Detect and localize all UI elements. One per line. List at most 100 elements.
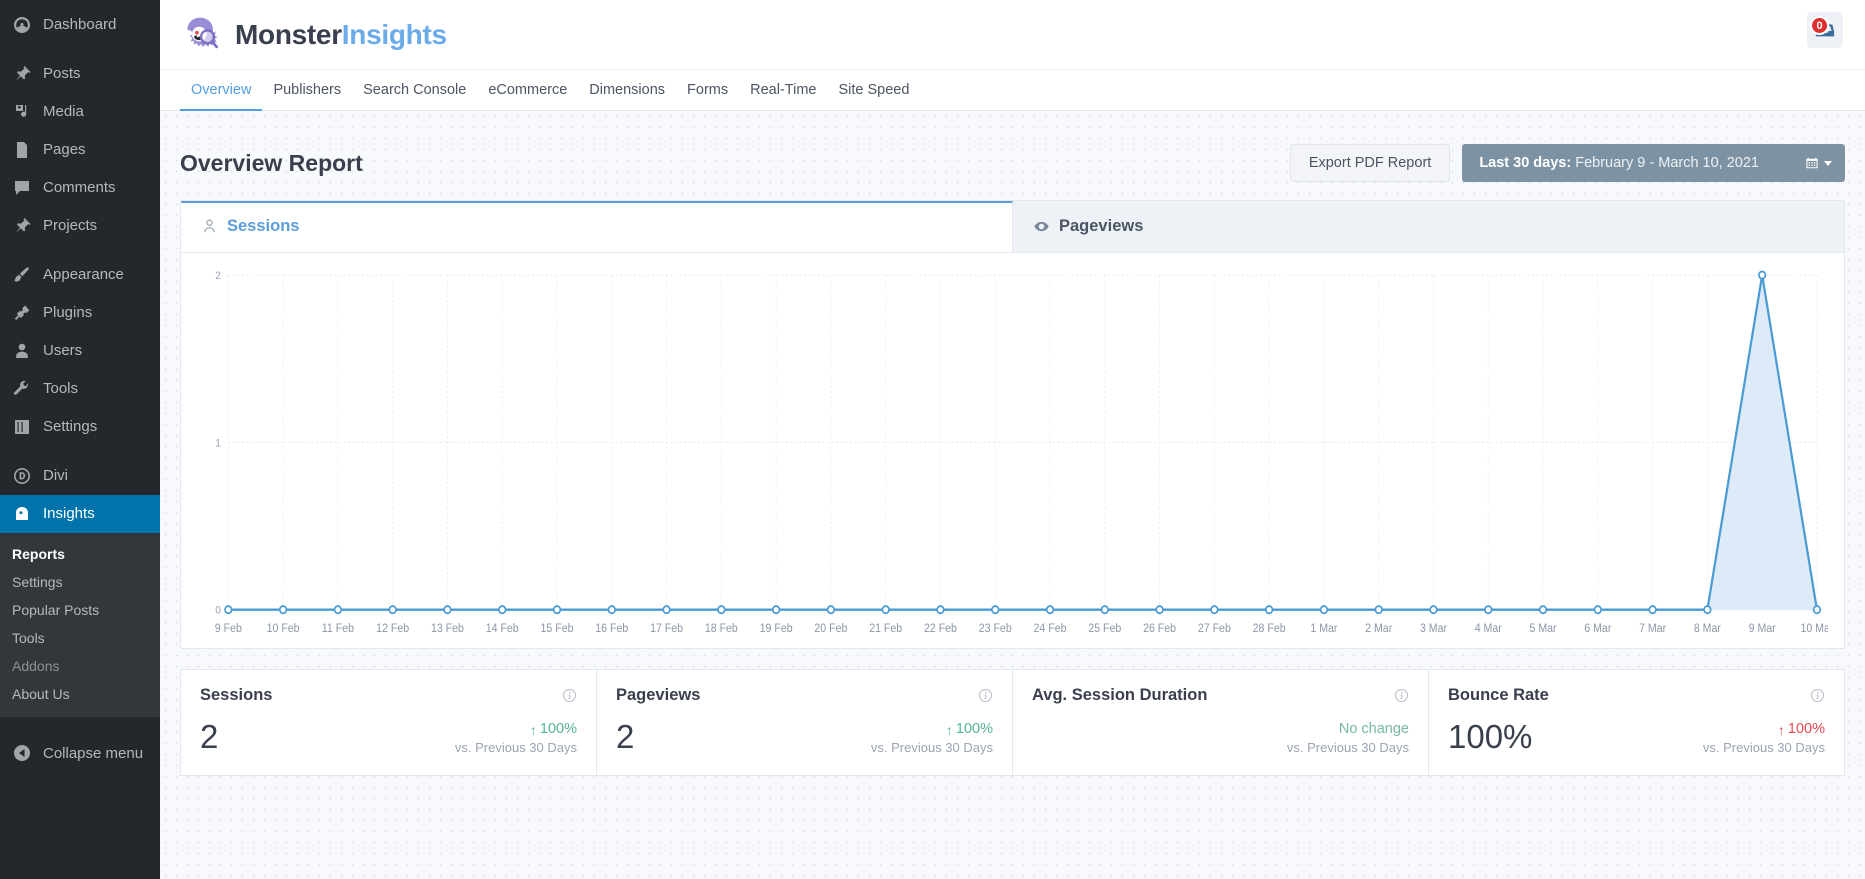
sidebar-item-projects[interactable]: Projects <box>0 207 160 245</box>
svg-text:9 Mar: 9 Mar <box>1749 622 1776 635</box>
sidebar-item-plugins[interactable]: Plugins <box>0 294 160 332</box>
sidebar-item-label: Settings <box>43 418 98 435</box>
notifications-button[interactable]: 0 <box>1807 12 1843 48</box>
sidebar-item-label: Divi <box>43 467 68 484</box>
sidebar-item-label: Plugins <box>43 304 93 321</box>
chevron-down-icon <box>1824 160 1832 166</box>
chart-metric-tabs: Sessions Pageviews <box>181 201 1844 253</box>
pin-icon <box>12 64 32 84</box>
svg-text:20 Feb: 20 Feb <box>814 622 847 635</box>
sidebar-item-label: Posts <box>43 65 81 82</box>
date-range-picker-button[interactable]: Last 30 days: February 9 - March 10, 202… <box>1462 144 1845 182</box>
sidebar-item-dashboard[interactable]: Dashboard <box>0 6 160 44</box>
tab-search-console[interactable]: Search Console <box>352 70 477 111</box>
tab-site-speed[interactable]: Site Speed <box>827 70 920 111</box>
sidebar-item-media[interactable]: Media <box>0 93 160 131</box>
tab-dimensions[interactable]: Dimensions <box>578 70 676 111</box>
svg-text:1 Mar: 1 Mar <box>1310 622 1337 635</box>
chart-tab-pageviews[interactable]: Pageviews <box>1013 201 1844 252</box>
tab-publishers[interactable]: Publishers <box>262 70 352 111</box>
stat-header: Pageviews <box>616 686 993 705</box>
svg-text:10 Feb: 10 Feb <box>267 622 300 635</box>
stat-body: 2 ↑ 100% vs. Previous 30 Days <box>616 711 993 757</box>
submenu-label: About Us <box>12 686 70 702</box>
chart-tab-label: Sessions <box>227 217 300 235</box>
date-range-prefix: Last 30 days: <box>1479 155 1572 171</box>
page-title: Overview Report <box>180 149 363 176</box>
calendar-icon <box>1806 157 1818 169</box>
sidebar-item-users[interactable]: Users <box>0 332 160 370</box>
tab-label: Real-Time <box>750 81 817 98</box>
sidebar-item-appearance[interactable]: Appearance <box>0 256 160 294</box>
sessions-line-chart[interactable]: 0 1 2 9 Feb 10 Feb 11 Feb 12 Feb 13 Feb 14 Feb 15… <box>181 253 1844 648</box>
stat-delta: ↑ 100% vs. Previous 30 Days <box>455 720 577 757</box>
stat-delta-value: 100% <box>955 721 993 737</box>
tab-label: Site Speed <box>838 81 910 98</box>
brand-insights: Insights <box>341 18 447 50</box>
sidebar-item-posts[interactable]: Posts <box>0 55 160 93</box>
submenu-item-popular-posts[interactable]: Popular Posts <box>0 596 160 624</box>
svg-text:9 Feb: 9 Feb <box>215 622 242 635</box>
tab-label: eCommerce <box>488 81 568 98</box>
admin-page: Dashboard Posts Media Pages Comments Pro… <box>0 0 1865 879</box>
svg-text:22 Feb: 22 Feb <box>924 622 957 635</box>
svg-text:15 Feb: 15 Feb <box>541 622 574 635</box>
tab-label: Publishers <box>273 81 342 98</box>
info-icon[interactable] <box>562 688 577 703</box>
report-title-row: Overview Report Export PDF Report Last 3… <box>180 111 1845 200</box>
sidebar-divider <box>0 245 160 256</box>
chart-tab-sessions[interactable]: Sessions <box>181 201 1013 252</box>
sidebar-item-tools[interactable]: Tools <box>0 370 160 408</box>
submenu-item-settings[interactable]: Settings <box>0 568 160 596</box>
stat-compare-label: vs. Previous 30 Days <box>870 740 993 755</box>
info-icon[interactable] <box>1394 688 1409 703</box>
submenu-item-addons[interactable]: Addons <box>0 652 160 680</box>
collapse-menu-button[interactable]: Collapse menu <box>0 733 160 773</box>
export-pdf-report-button[interactable]: Export PDF Report <box>1289 144 1451 182</box>
tab-real-time[interactable]: Real-Time <box>739 70 827 111</box>
svg-text:21 Feb: 21 Feb <box>869 622 902 635</box>
submenu-item-about-us[interactable]: About Us <box>0 680 160 708</box>
arrow-up-icon: ↑ <box>529 721 537 738</box>
tab-ecommerce[interactable]: eCommerce <box>477 70 578 111</box>
svg-text:11 Feb: 11 Feb <box>322 622 354 635</box>
sidebar-item-divi[interactable]: Divi <box>0 457 160 495</box>
stat-value: 2 <box>616 718 635 755</box>
collapse-menu-label: Collapse menu <box>43 744 144 762</box>
stat-delta: ↑ 100% vs. Previous 30 Days <box>1703 720 1825 757</box>
svg-text:16 Feb: 16 Feb <box>595 622 628 635</box>
wordpress-admin-sidebar: Dashboard Posts Media Pages Comments Pro… <box>0 0 160 879</box>
tab-label: Search Console <box>363 81 467 98</box>
arrow-up-icon: ↑ <box>1777 721 1785 738</box>
stat-body: 2 ↑ 100% vs. Previous 30 Days <box>200 711 577 757</box>
date-range-value: February 9 - March 10, 2021 <box>1575 155 1759 171</box>
sidebar-item-settings[interactable]: Settings <box>0 408 160 446</box>
monster-mascot-icon <box>187 17 218 48</box>
sidebar-item-insights[interactable]: Insights <box>0 495 160 533</box>
monsterinsights-logo: MonsterInsights <box>180 14 447 56</box>
sidebar-divider <box>0 446 160 457</box>
info-icon[interactable] <box>1810 688 1825 703</box>
svg-text:2: 2 <box>215 270 221 283</box>
sidebar-divider <box>0 44 160 55</box>
sidebar-item-pages[interactable]: Pages <box>0 131 160 169</box>
wrench-icon <box>12 379 32 399</box>
submenu-item-reports[interactable]: Reports <box>0 540 160 568</box>
sidebar-item-label: Pages <box>43 141 86 158</box>
chart-canvas: 0 1 2 9 Feb 10 Feb 11 Feb 12 Feb 13 Feb 14 Feb 15… <box>215 270 1828 635</box>
submenu-item-tools[interactable]: Tools <box>0 624 160 652</box>
svg-text:26 Feb: 26 Feb <box>1143 622 1176 635</box>
stat-body: No change vs. Previous 30 Days <box>1032 711 1409 757</box>
stat-body: 100% ↑ 100% vs. Previous 30 Days <box>1448 711 1825 757</box>
svg-text:28 Feb: 28 Feb <box>1253 622 1286 635</box>
svg-text:3 Mar: 3 Mar <box>1420 622 1447 635</box>
svg-text:1: 1 <box>215 437 221 450</box>
info-icon[interactable] <box>978 688 993 703</box>
submenu-label: Addons <box>12 658 60 674</box>
tab-overview[interactable]: Overview <box>180 70 263 111</box>
sidebar-item-comments[interactable]: Comments <box>0 169 160 207</box>
svg-text:25 Feb: 25 Feb <box>1088 622 1121 635</box>
tab-forms[interactable]: Forms <box>676 70 739 111</box>
report-actions: Export PDF Report Last 30 days: February… <box>1289 144 1845 182</box>
brand-monster: Monster <box>235 18 342 50</box>
